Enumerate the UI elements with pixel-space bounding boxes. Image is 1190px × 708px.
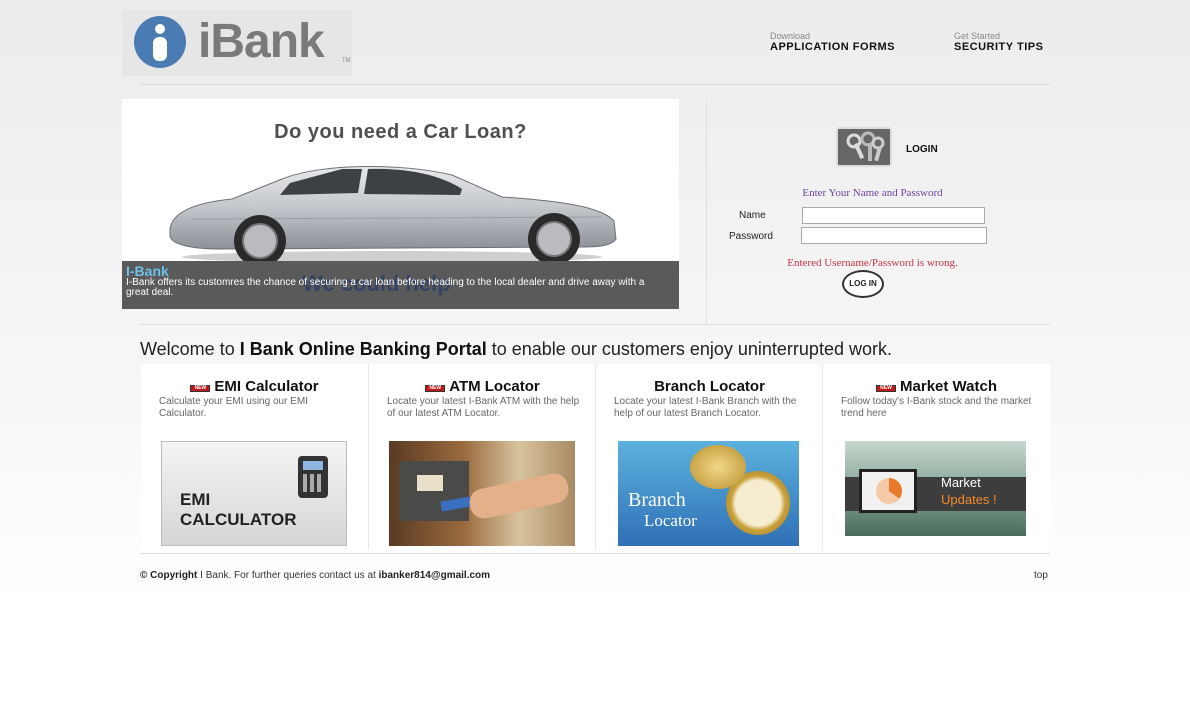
welcome-text: Welcome to I Bank Online Banking Portal … — [140, 339, 892, 360]
new-badge: NEW — [425, 385, 446, 392]
car-image — [169, 165, 617, 267]
name-label: Name — [739, 210, 766, 221]
branch-image-line1: Branch — [628, 489, 686, 511]
security-tips-link[interactable]: Get Started SECURITY TIPS — [954, 31, 1043, 53]
new-badge: NEW — [876, 385, 897, 392]
welcome-prefix: Welcome to — [140, 339, 240, 359]
emi-calculator-title-text: EMI Calculator — [214, 378, 319, 395]
welcome-suffix: to enable our customers enjoy uninterrup… — [486, 339, 892, 359]
branch-locator-image: Branch Locator — [618, 441, 799, 546]
application-forms-label: APPLICATION FORMS — [770, 41, 896, 53]
mid-divider — [140, 324, 1050, 325]
login-hint: Enter Your Name and Password — [802, 187, 943, 199]
emi-calculator-desc: Calculate your EMI using our EMI Calcula… — [159, 396, 308, 419]
branch-image-line2: Locator — [644, 511, 697, 530]
car-loan-banner[interactable]: Do you need a Car Loan? We could help I-… — [122, 99, 679, 309]
atm-locator-desc: Locate your latest I-Bank ATM with the h… — [387, 396, 580, 419]
calculator-icon — [298, 456, 328, 498]
banner-caption-text: I-Bank offers its customres the chance o… — [126, 277, 645, 298]
emi-image-line1: EMI — [180, 490, 211, 509]
keys-icon — [836, 127, 892, 167]
application-forms-sublabel: Download — [770, 31, 811, 41]
market-image-line2: Updates ! — [941, 492, 997, 507]
back-to-top-link[interactable]: top — [1034, 570, 1048, 581]
banner-title: Do you need a Car Loan? — [274, 121, 527, 143]
emi-calculator-card[interactable]: NEW EMI Calculator Calculate your EMI usi… — [141, 364, 368, 550]
banner-caption: We could help I-Bank I-Bank offers its c… — [122, 261, 679, 309]
emi-calculator-image: EMI CALCULATOR — [161, 441, 347, 546]
market-watch-title: NEW Market Watch — [823, 378, 1050, 395]
login-button[interactable]: LOG IN — [842, 270, 884, 298]
market-watch-title-text: Market Watch — [900, 378, 997, 395]
footer-text: I Bank. For further queries contact us a… — [197, 570, 379, 581]
emi-calculator-title: NEW EMI Calculator — [141, 378, 368, 395]
login-error-message: Entered Username/Password is wrong. — [787, 257, 958, 269]
market-image-line1: Market — [941, 475, 981, 490]
emi-image-line2: CALCULATOR — [180, 510, 297, 529]
welcome-portal-name: I Bank Online Banking Portal — [239, 339, 487, 359]
name-input[interactable] — [802, 207, 985, 224]
password-label: Password — [729, 231, 773, 242]
new-badge: NEW — [190, 385, 211, 392]
market-updates-image: Market Updates ! — [845, 441, 1026, 536]
security-tips-label: SECURITY TIPS — [954, 41, 1044, 53]
login-label: LOGIN — [906, 144, 938, 155]
banner-login-divider — [706, 99, 707, 324]
monitor-chart-icon — [859, 469, 917, 513]
logo-i-icon — [134, 16, 186, 68]
footer-email-link[interactable]: ibanker814@gmail.com — [379, 570, 490, 581]
atm-locator-title: NEW ATM Locator — [369, 378, 596, 395]
logo-trademark: TM — [342, 58, 351, 64]
market-watch-desc: Follow today's I-Bank stock and the mark… — [841, 396, 1032, 419]
header-divider — [140, 84, 1050, 85]
market-watch-card[interactable]: NEW Market Watch Follow today's I-Bank st… — [823, 364, 1050, 550]
password-input[interactable] — [801, 227, 987, 244]
security-tips-sublabel: Get Started — [954, 31, 1001, 41]
footer-copyright: © Copyright I Bank. For further queries … — [140, 570, 490, 581]
atm-locator-title-text: ATM Locator — [449, 378, 540, 395]
footer-divider — [140, 553, 1050, 554]
branch-locator-title: Branch Locator — [596, 378, 823, 395]
branch-locator-desc: Locate your latest I-Bank Branch with th… — [614, 396, 797, 419]
branch-locator-title-text: Branch Locator — [654, 378, 765, 395]
application-forms-link[interactable]: Download APPLICATION FORMS — [770, 31, 895, 53]
atm-image — [389, 441, 575, 546]
logo-text: iBank — [198, 15, 325, 68]
atm-locator-card[interactable]: NEW ATM Locator Locate your latest I-Bank… — [369, 364, 596, 550]
branch-locator-card[interactable]: Branch Locator Locate your latest I-Bank… — [596, 364, 823, 550]
copyright-label: © Copyright — [140, 570, 198, 581]
